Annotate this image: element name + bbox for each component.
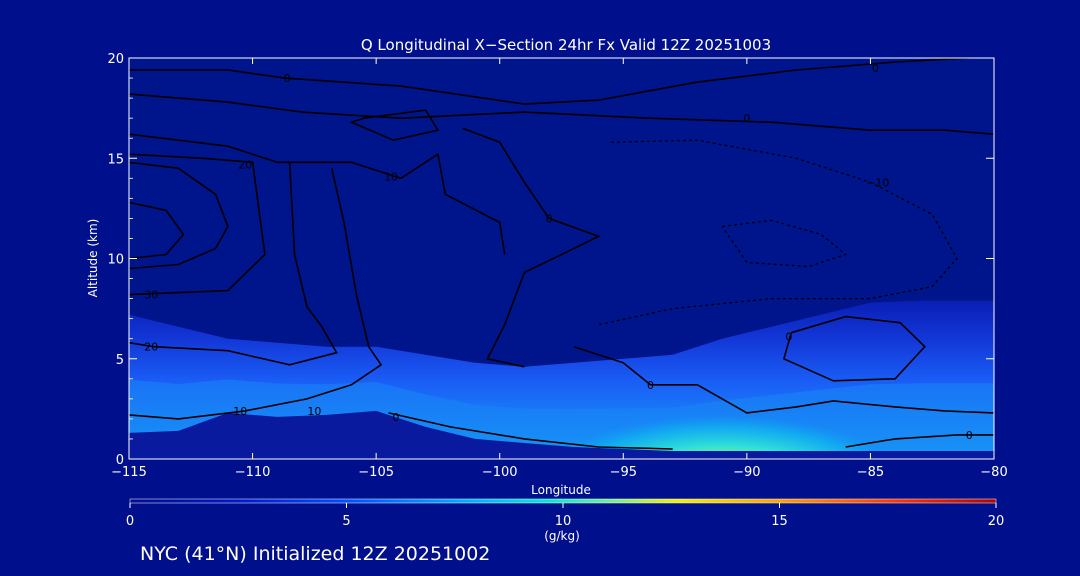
colorbar-tick-label: 5 (342, 514, 350, 529)
x-tick-label: −90 (733, 465, 760, 480)
x-tick-label: −110 (235, 465, 271, 480)
contour-label: 0 (546, 212, 553, 225)
y-tick-label: 20 (107, 52, 124, 67)
contour-label: 0 (284, 72, 291, 85)
plot-area (129, 58, 994, 459)
colorbar-tick-label: 15 (771, 514, 788, 529)
x-tick-label: −80 (980, 465, 1007, 480)
contour-label: 0 (785, 331, 792, 344)
colorbar: 0 5 10 15 20 (g/kg) (126, 498, 1004, 543)
y-tick-label: 5 (116, 353, 124, 368)
contour-label: 10 (233, 405, 247, 418)
y-tick-label: 10 (107, 253, 124, 268)
contour-label: 20 (238, 158, 252, 171)
contour-label: 0 (966, 429, 973, 442)
contour-label: 10 (384, 170, 398, 183)
x-axis-label: Longitude (531, 483, 591, 497)
init-caption: NYC (41°N) Initialized 12Z 20251002 (140, 543, 491, 565)
cross-section-figure: Q Longitudinal X−Section 24hr Fx Valid 1… (86, 36, 1008, 543)
contour-label: 0 (872, 62, 879, 75)
colorbar-ticks: 0 5 10 15 20 (126, 503, 1004, 529)
colorbar-tick-label: 10 (555, 514, 572, 529)
y-tick-label: 15 (107, 152, 124, 167)
x-tick-label: −100 (482, 465, 518, 480)
contour-label: 20 (144, 341, 158, 354)
contour-label: −10 (866, 176, 889, 189)
contour-label: 0 (647, 379, 654, 392)
x-tick-label: −105 (358, 465, 394, 480)
colorbar-strip (129, 498, 997, 504)
chart-title: Q Longitudinal X−Section 24hr Fx Valid 1… (361, 36, 771, 54)
x-tick-label: −85 (857, 465, 884, 480)
contour-label: 0 (743, 112, 750, 125)
colorbar-tick-label: 20 (988, 514, 1005, 529)
colorbar-label: (g/kg) (544, 529, 580, 543)
y-axis-label: Altitude (km) (86, 219, 100, 298)
y-tick-label: 0 (116, 453, 124, 468)
x-tick-label: −95 (610, 465, 637, 480)
contour-label: 10 (307, 405, 321, 418)
contour-label: 0 (392, 411, 399, 424)
contour-label: 30 (144, 289, 158, 302)
colorbar-tick-label: 0 (126, 514, 134, 529)
